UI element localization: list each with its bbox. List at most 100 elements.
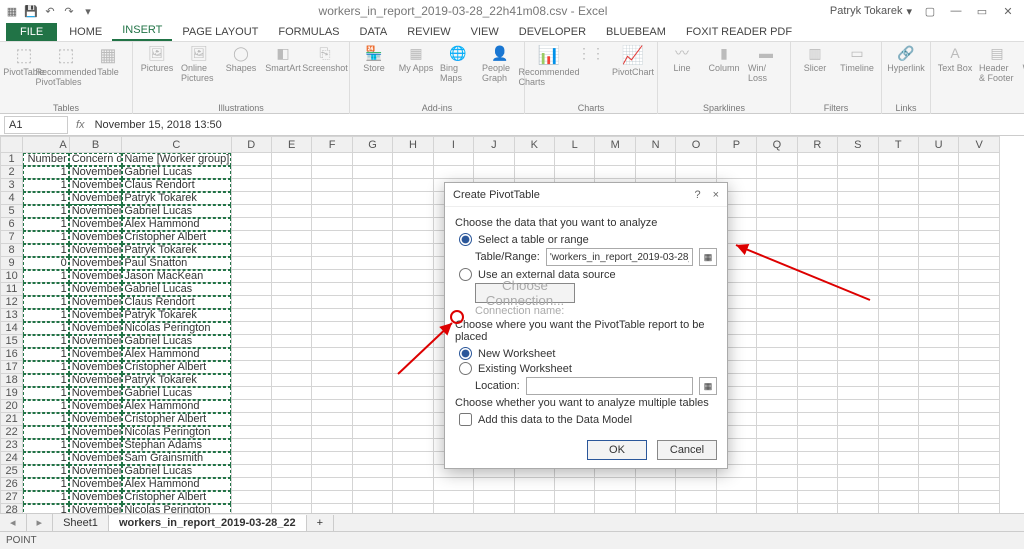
timeline-button[interactable]: ▭Timeline: [839, 44, 875, 73]
qat-dropdown-icon[interactable]: ▾: [80, 3, 96, 19]
row-header[interactable]: 18: [1, 374, 23, 387]
undo-icon[interactable]: ↶: [42, 3, 58, 19]
col-header-D[interactable]: D: [231, 137, 271, 153]
row-header[interactable]: 15: [1, 335, 23, 348]
pictures-button[interactable]: 🖼Pictures: [139, 44, 175, 73]
tab-insert[interactable]: INSERT: [112, 21, 172, 41]
recommended-pivottables-button[interactable]: ⬚Recommended PivotTables: [48, 44, 84, 87]
col-header-H[interactable]: H: [393, 137, 433, 153]
row-header[interactable]: 26: [1, 478, 23, 491]
sparkline-winloss-button[interactable]: ▬Win/ Loss: [748, 44, 784, 83]
col-header-R[interactable]: R: [797, 137, 837, 153]
online-pictures-button[interactable]: 🖼Online Pictures: [181, 44, 217, 83]
row-header[interactable]: 14: [1, 322, 23, 335]
location-picker-icon[interactable]: ▦: [699, 377, 717, 395]
col-header-O[interactable]: O: [676, 137, 716, 153]
radio-select-range[interactable]: [459, 233, 472, 246]
sheet-tab-2[interactable]: workers_in_report_2019-03-28_22: [109, 515, 307, 531]
tab-formulas[interactable]: FORMULAS: [268, 23, 349, 41]
row-header[interactable]: 7: [1, 231, 23, 244]
input-location[interactable]: [526, 377, 693, 395]
sheet-tab-1[interactable]: Sheet1: [53, 515, 109, 531]
slicer-button[interactable]: ▥Slicer: [797, 44, 833, 73]
tab-review[interactable]: REVIEW: [397, 23, 460, 41]
pivotchart-button[interactable]: 📈PivotChart: [615, 44, 651, 77]
col-header-N[interactable]: N: [635, 137, 675, 153]
hyperlink-button[interactable]: 🔗Hyperlink: [888, 44, 924, 73]
checkbox-data-model[interactable]: [459, 413, 472, 426]
myapps-button[interactable]: ▦My Apps: [398, 44, 434, 73]
tab-view[interactable]: VIEW: [461, 23, 509, 41]
table-button[interactable]: ▦Table: [90, 44, 126, 77]
radio-external-source[interactable]: [459, 268, 472, 281]
tab-home[interactable]: HOME: [59, 23, 112, 41]
row-header[interactable]: 4: [1, 192, 23, 205]
dialog-help-icon[interactable]: ?: [694, 189, 700, 201]
store-button[interactable]: 🏪Store: [356, 44, 392, 73]
user-name[interactable]: Patryk Tokarek▾: [830, 5, 912, 18]
textbox-button[interactable]: AText Box: [937, 44, 973, 73]
row-header[interactable]: 24: [1, 452, 23, 465]
row-header[interactable]: 5: [1, 205, 23, 218]
row-header[interactable]: 19: [1, 387, 23, 400]
formula-input[interactable]: November 15, 2018 13:50: [91, 119, 1020, 131]
row-header[interactable]: 22: [1, 426, 23, 439]
row-header[interactable]: 27: [1, 491, 23, 504]
row-header[interactable]: 11: [1, 283, 23, 296]
name-box[interactable]: A1: [4, 116, 68, 134]
row-header[interactable]: 16: [1, 348, 23, 361]
sparkline-column-button[interactable]: ▮Column: [706, 44, 742, 73]
row-header[interactable]: 3: [1, 179, 23, 192]
chart-types-button[interactable]: ⋮⋮: [573, 44, 609, 62]
tab-developer[interactable]: DEVELOPER: [509, 23, 596, 41]
new-sheet-button[interactable]: +: [307, 515, 334, 531]
people-graph-button[interactable]: 👤People Graph: [482, 44, 518, 83]
row-header[interactable]: 13: [1, 309, 23, 322]
sparkline-line-button[interactable]: 〰Line: [664, 44, 700, 73]
shapes-button[interactable]: ◯Shapes: [223, 44, 259, 73]
row-header[interactable]: 1: [1, 153, 23, 166]
row-header[interactable]: 17: [1, 361, 23, 374]
col-header-C[interactable]: C: [122, 137, 231, 153]
ribbon-opts-icon[interactable]: ▢: [918, 3, 942, 19]
col-header-I[interactable]: I: [433, 137, 473, 153]
bing-maps-button[interactable]: 🌐Bing Maps: [440, 44, 476, 83]
col-header-K[interactable]: K: [514, 137, 554, 153]
maximize-icon[interactable]: ▭: [970, 3, 994, 19]
fx-icon[interactable]: fx: [76, 119, 85, 131]
col-header-A[interactable]: A: [23, 137, 70, 153]
tab-bluebeam[interactable]: BLUEBEAM: [596, 23, 676, 41]
row-header[interactable]: 12: [1, 296, 23, 309]
col-header-V[interactable]: V: [959, 137, 1000, 153]
radio-new-worksheet[interactable]: [459, 347, 472, 360]
col-header-T[interactable]: T: [878, 137, 918, 153]
col-header-E[interactable]: E: [271, 137, 311, 153]
row-header[interactable]: 8: [1, 244, 23, 257]
header-footer-button[interactable]: ▤Header & Footer: [979, 44, 1015, 83]
col-header-F[interactable]: F: [312, 137, 352, 153]
tab-data[interactable]: DATA: [350, 23, 398, 41]
range-picker-icon[interactable]: ▦: [699, 248, 717, 266]
redo-icon[interactable]: ↷: [61, 3, 77, 19]
col-header-S[interactable]: S: [838, 137, 878, 153]
sheet-nav-prev-icon[interactable]: ◂: [0, 514, 27, 531]
row-header[interactable]: 23: [1, 439, 23, 452]
ok-button[interactable]: OK: [587, 440, 647, 460]
dialog-close-icon[interactable]: ×: [713, 189, 719, 201]
col-header-M[interactable]: M: [595, 137, 635, 153]
row-header[interactable]: 20: [1, 400, 23, 413]
col-header-P[interactable]: P: [716, 137, 756, 153]
cancel-button[interactable]: Cancel: [657, 440, 717, 460]
screenshot-button[interactable]: ⎘Screenshot: [307, 44, 343, 73]
close-icon[interactable]: ✕: [996, 3, 1020, 19]
col-header-G[interactable]: G: [352, 137, 392, 153]
tab-page-layout[interactable]: PAGE LAYOUT: [172, 23, 268, 41]
row-header[interactable]: 25: [1, 465, 23, 478]
smartart-button[interactable]: ◧SmartArt: [265, 44, 301, 73]
save-icon[interactable]: 💾: [23, 3, 39, 19]
input-table-range[interactable]: [546, 248, 693, 266]
row-header[interactable]: 2: [1, 166, 23, 179]
radio-existing-worksheet[interactable]: [459, 362, 472, 375]
tab-file[interactable]: FILE: [6, 23, 57, 41]
col-header-Q[interactable]: Q: [757, 137, 797, 153]
